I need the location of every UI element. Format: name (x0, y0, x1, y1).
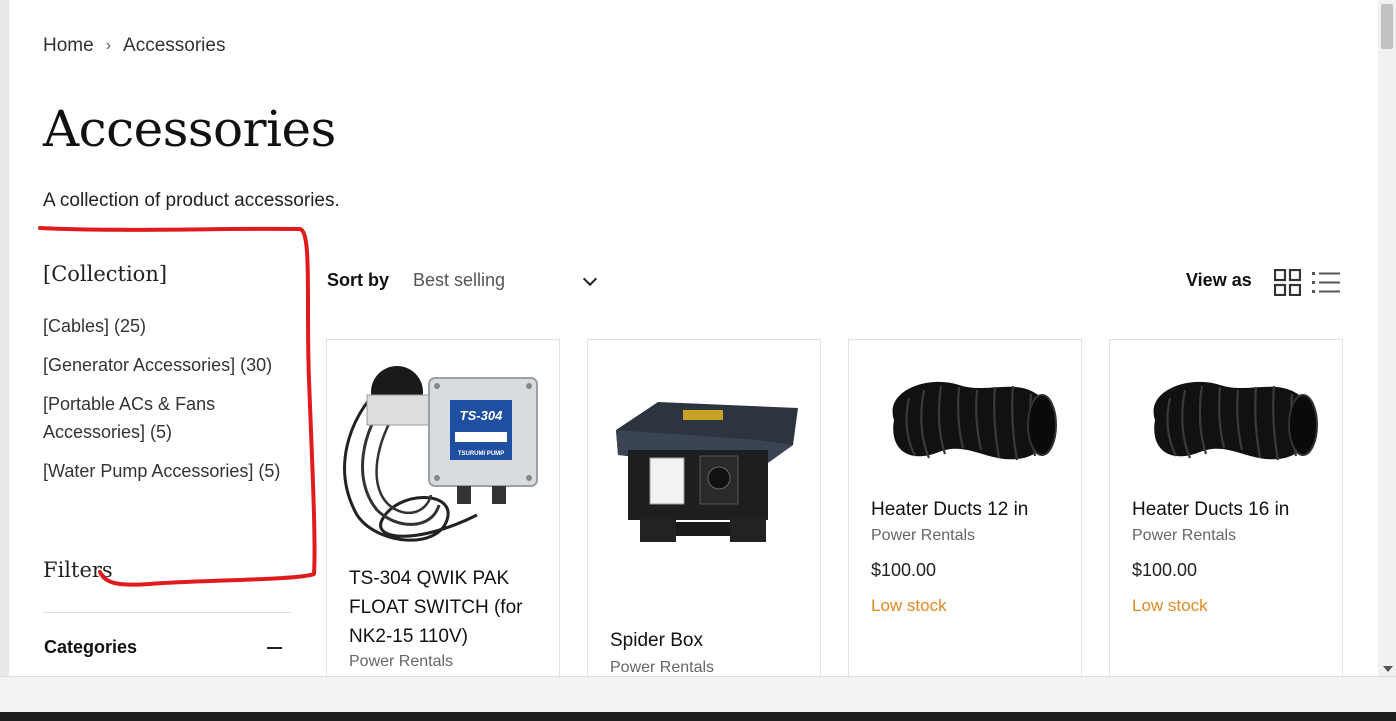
view-as-label: View as (1186, 270, 1252, 290)
product-vendor: Power Rentals (871, 527, 976, 544)
categories-filter-toggle[interactable]: Categories (44, 637, 137, 658)
breadcrumb-home-link[interactable]: Home (43, 35, 94, 57)
scroll-down-arrow-icon[interactable] (1383, 666, 1393, 672)
product-vendor: Power Rentals (1132, 527, 1237, 544)
breadcrumb-current: Accessories (123, 35, 226, 56)
chevron-down-icon[interactable] (582, 271, 598, 286)
sort-select[interactable]: Best selling (413, 270, 573, 291)
product-title[interactable]: TS-304 QWIK PAK FLOAT SWITCH (for NK2-15… (349, 564, 549, 651)
product-image-float-switch[interactable]: TS-304 TSURUMI PUMP (327, 340, 559, 555)
product-image-heater-duct-16[interactable] (1110, 340, 1342, 490)
scrollbar-thumb[interactable] (1381, 4, 1393, 49)
collection-link-cables[interactable]: [Cables] (25) (43, 312, 293, 340)
collection-link-water-pump-accessories[interactable]: [Water Pump Accessories] (5) (43, 457, 293, 485)
product-price: $100.00 (1132, 560, 1198, 580)
grid-view-icon[interactable] (1274, 269, 1301, 296)
sort-control: Sort by Best selling (327, 270, 598, 291)
product-card[interactable]: Spider Box Power Rentals (587, 339, 821, 676)
breadcrumb: Home › Accessories (43, 35, 225, 57)
filters-divider (43, 612, 291, 613)
product-image-brand: TSURUMI PUMP (458, 451, 504, 457)
collection-link-generator-accessories[interactable]: [Generator Accessories] (30) (43, 351, 293, 379)
stock-status: Low stock (871, 596, 947, 615)
product-card[interactable]: TS-304 TSURUMI PUMP TS-304 QWIK PAK FLOA… (326, 339, 560, 676)
list-view-icon[interactable] (1312, 269, 1340, 296)
taskbar (0, 712, 1396, 721)
product-title[interactable]: Spider Box (610, 626, 703, 655)
product-image-spider-box[interactable] (588, 340, 820, 600)
product-price: $100.00 (871, 560, 937, 580)
product-vendor: Power Rentals (349, 653, 454, 670)
browser-bottom-area (0, 676, 1396, 713)
product-vendor: Power Rentals (610, 659, 715, 676)
product-card[interactable]: Heater Ducts 12 in Power Rentals $100.00… (848, 339, 1082, 676)
chevron-right-icon: › (105, 37, 112, 54)
page: Home › Accessories Accessories A collect… (9, 0, 1378, 676)
collection-sidebar: [Collection] [Cables] (25) [Generator Ac… (43, 262, 293, 496)
product-title[interactable]: Heater Ducts 12 in (871, 495, 1028, 524)
page-description: A collection of product accessories. (43, 190, 340, 211)
page-title: Accessories (43, 100, 336, 158)
product-title[interactable]: Heater Ducts 16 in (1132, 495, 1289, 524)
sort-label: Sort by (327, 270, 390, 290)
filters-heading: Filters (43, 558, 113, 582)
product-card[interactable]: Heater Ducts 16 in Power Rentals $100.00… (1109, 339, 1343, 676)
collection-link-portable-acs-fans[interactable]: [Portable ACs & Fans Accessories] (5) (43, 390, 243, 446)
vertical-scrollbar[interactable] (1378, 0, 1396, 676)
product-image-heater-duct-12[interactable] (849, 340, 1081, 490)
product-image-badge: TS-304 (460, 408, 503, 423)
minus-icon[interactable] (267, 647, 282, 649)
collection-heading: [Collection] (43, 262, 168, 286)
stock-status: Low stock (1132, 596, 1208, 615)
